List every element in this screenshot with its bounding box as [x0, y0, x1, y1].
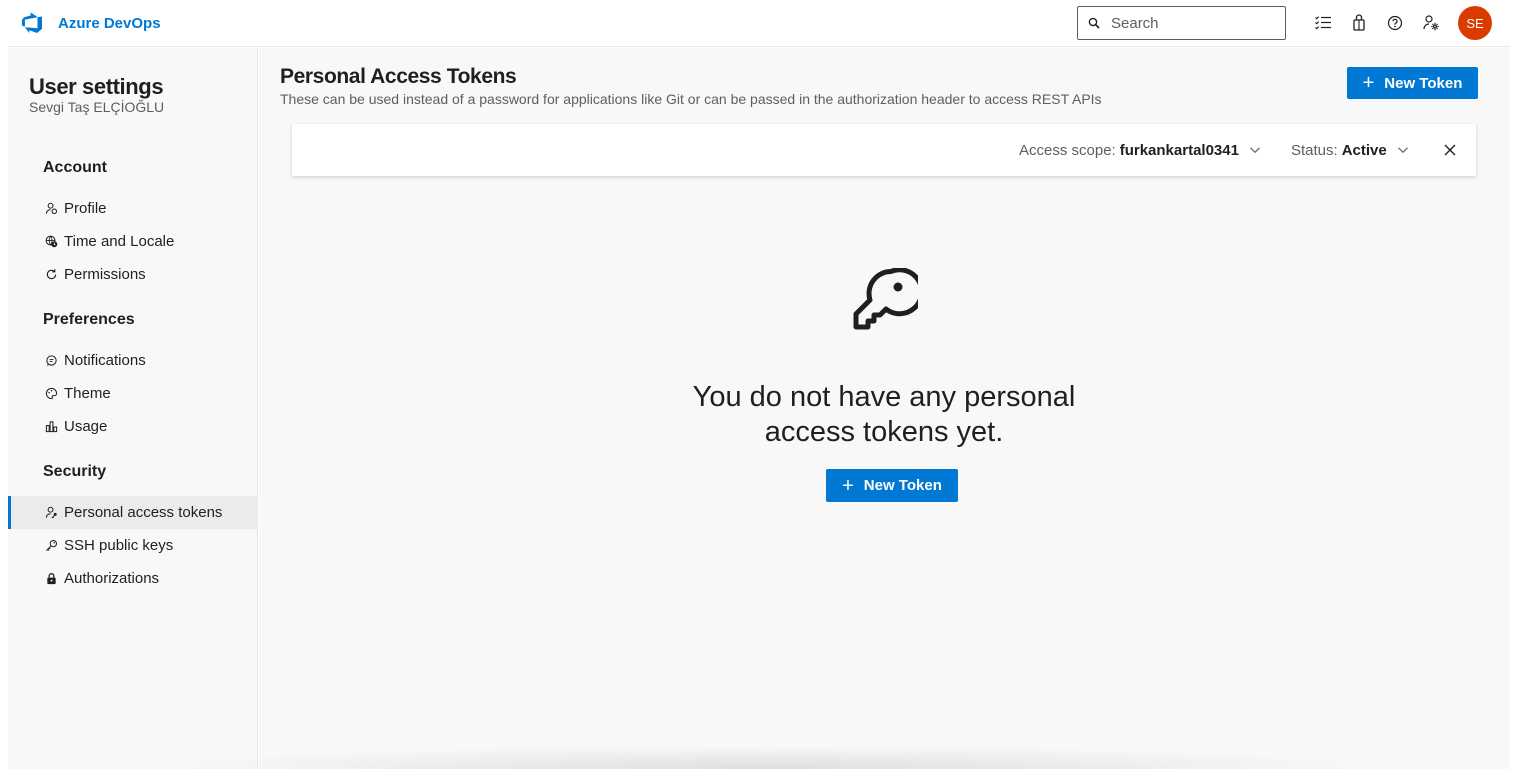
sidebar-item-time-and-locale[interactable]: Time and Locale [8, 225, 258, 258]
page-title: Personal Access Tokens [280, 65, 517, 88]
sidebar-item-ssh-public-keys[interactable]: SSH public keys [8, 529, 258, 562]
status-label: Status: [1291, 141, 1338, 159]
filter-bar: Access scope: furkankartal0341 Status: A… [292, 124, 1476, 176]
search-icon [1088, 17, 1100, 29]
sidebar-item-authorizations[interactable]: Authorizations [8, 562, 258, 595]
clear-filters-button[interactable] [1440, 140, 1460, 160]
sidebar-item-label: Personal access tokens [64, 504, 223, 521]
plus-icon: + [842, 474, 854, 497]
new-token-button[interactable]: + New Token [1347, 67, 1478, 99]
work-items-button[interactable] [1306, 6, 1340, 40]
avatar[interactable]: SE [1458, 6, 1492, 40]
user-settings-button[interactable] [1414, 6, 1448, 40]
empty-state-message: You do not have any personal access toke… [692, 381, 1076, 448]
sidebar-item-label: Usage [64, 418, 108, 435]
access-scope-filter[interactable]: Access scope: furkankartal0341 [1019, 124, 1261, 176]
sidebar-item-personal-access-tokens[interactable]: Personal access tokens [8, 496, 258, 529]
sidebar-item-label: Theme [64, 385, 111, 402]
globe-clock-icon [44, 235, 58, 249]
access-scope-value: furkankartal0341 [1119, 141, 1239, 159]
brand-name: Azure DevOps [58, 14, 161, 32]
sidebar-title: User settings [29, 74, 164, 99]
new-token-label: New Token [863, 477, 942, 494]
top-header: Azure DevOps Search SE [8, 0, 1510, 47]
help-button[interactable] [1378, 6, 1412, 40]
page-description: These can be used instead of a password … [280, 91, 1102, 107]
azure-devops-logo-icon [22, 12, 42, 33]
status-value: Active [1341, 141, 1387, 159]
sidebar-item-profile[interactable]: Profile [8, 192, 258, 225]
sidebar-item-label: SSH public keys [64, 537, 174, 554]
group-header-preferences: Preferences [43, 311, 135, 328]
sidebar-item-notifications[interactable]: Notifications [8, 344, 258, 377]
empty-state-new-token-button[interactable]: + New Token [826, 469, 958, 502]
main-content: Personal Access Tokens These can be used… [259, 48, 1510, 769]
sidebar-item-usage[interactable]: Usage [8, 410, 258, 443]
group-header-security: Security [43, 463, 107, 480]
marketplace-bag-icon [1353, 14, 1365, 31]
new-token-label: New Token [1384, 74, 1463, 92]
chevron-down-icon [1250, 147, 1260, 154]
bar-chart-icon [44, 420, 58, 434]
palette-icon [44, 387, 58, 401]
plus-icon: + [1362, 72, 1375, 94]
search-input[interactable] [1111, 14, 1271, 32]
profile-icon [44, 202, 58, 216]
lock-icon [44, 572, 58, 586]
bottom-shadow [148, 745, 1388, 769]
brand-link[interactable]: Azure DevOps [20, 0, 161, 47]
access-scope-label: Access scope: [1019, 141, 1116, 159]
sidebar-user-name: Sevgi Taş ELÇİOĞLU [29, 99, 165, 115]
app-frame: Azure DevOps Search SE User settings Sev… [8, 0, 1510, 769]
user-key-icon [44, 506, 58, 520]
help-icon [1387, 15, 1403, 31]
sidebar-item-permissions[interactable]: Permissions [8, 258, 258, 291]
chat-icon [44, 354, 58, 368]
settings-sidebar: User settings Sevgi Taş ELÇİOĞLU Account… [8, 48, 258, 769]
sidebar-item-label: Notifications [64, 352, 146, 369]
group-header-account: Account [43, 159, 107, 176]
sidebar-item-label: Time and Locale [64, 233, 175, 250]
work-items-icon [1315, 16, 1331, 30]
sidebar-item-label: Permissions [64, 266, 146, 283]
status-filter[interactable]: Status: Active [1291, 124, 1409, 176]
sidebar-item-label: Profile [64, 200, 107, 217]
user-settings-icon [1423, 15, 1439, 31]
chevron-down-icon [1397, 147, 1408, 154]
sidebar-item-theme[interactable]: Theme [8, 377, 258, 410]
empty-state-key-icon [853, 268, 918, 330]
search-box[interactable] [1077, 6, 1286, 40]
marketplace-button[interactable] [1342, 6, 1376, 40]
sidebar-item-label: Authorizations [64, 570, 160, 587]
header-actions: SE [1077, 0, 1510, 47]
key-icon [44, 539, 58, 553]
close-icon [1444, 144, 1456, 156]
refresh-icon [44, 268, 58, 282]
